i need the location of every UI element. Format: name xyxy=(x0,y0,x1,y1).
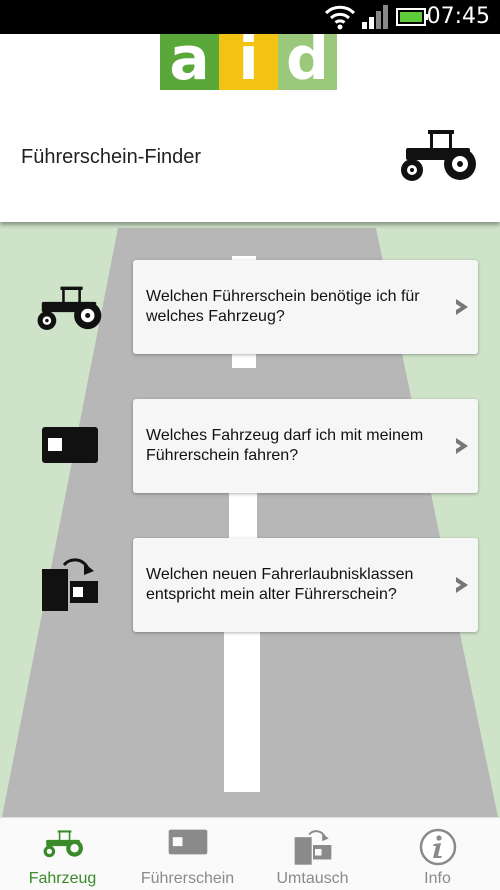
page-title: Führerschein-Finder xyxy=(21,146,202,168)
tab-label: Umtausch xyxy=(276,870,349,887)
status-bar: 07:45 xyxy=(0,0,500,34)
wifi-icon xyxy=(324,5,356,30)
clock: 07:45 xyxy=(426,4,490,29)
chevron-right-icon xyxy=(456,438,468,454)
logo-letter-d: d xyxy=(278,34,337,90)
chevron-right-icon xyxy=(456,577,468,593)
bottom-tab-bar: Fahrzeug Führerschein Umtausch Info xyxy=(0,817,500,890)
aid-logo: a i d xyxy=(160,34,337,90)
tractor-icon xyxy=(401,130,476,181)
tractor-icon xyxy=(37,286,102,330)
tab-fahrzeug[interactable]: Fahrzeug xyxy=(0,818,125,890)
tab-label: Fahrzeug xyxy=(28,870,97,887)
license-card-icon xyxy=(168,829,207,855)
question-text: Welches Fahrzeug darf ich mit meinem Füh… xyxy=(146,427,424,464)
license-card-icon xyxy=(42,427,98,463)
question-card-vehicle[interactable]: Welchen Führerschein benötige ich für we… xyxy=(133,260,478,354)
tab-umtausch[interactable]: Umtausch xyxy=(250,818,375,890)
signal-icon xyxy=(362,5,388,29)
logo-letter-a: a xyxy=(160,34,219,90)
question-card-exchange[interactable]: Welchen neuen Fahrerlaubnisklassen entsp… xyxy=(133,538,478,632)
tractor-icon xyxy=(43,830,83,858)
exchange-icon xyxy=(294,830,331,865)
tab-fuehrerschein[interactable]: Führerschein xyxy=(125,818,250,890)
battery-icon xyxy=(396,8,428,26)
chevron-right-icon xyxy=(456,299,468,315)
info-icon xyxy=(419,828,456,866)
tab-info[interactable]: Info xyxy=(375,818,500,890)
tab-label: Führerschein xyxy=(140,870,235,887)
exchange-icon xyxy=(42,558,98,611)
logo-letter-i: i xyxy=(219,34,278,90)
question-text: Welchen Führerschein benötige ich für we… xyxy=(146,288,420,325)
app-header: a i d Führerschein-Finder xyxy=(0,34,500,222)
tab-label: Info xyxy=(424,870,451,887)
question-card-license[interactable]: Welches Fahrzeug darf ich mit meinem Füh… xyxy=(133,399,478,493)
question-text: Welchen neuen Fahrerlaubnisklassen entsp… xyxy=(146,566,414,603)
